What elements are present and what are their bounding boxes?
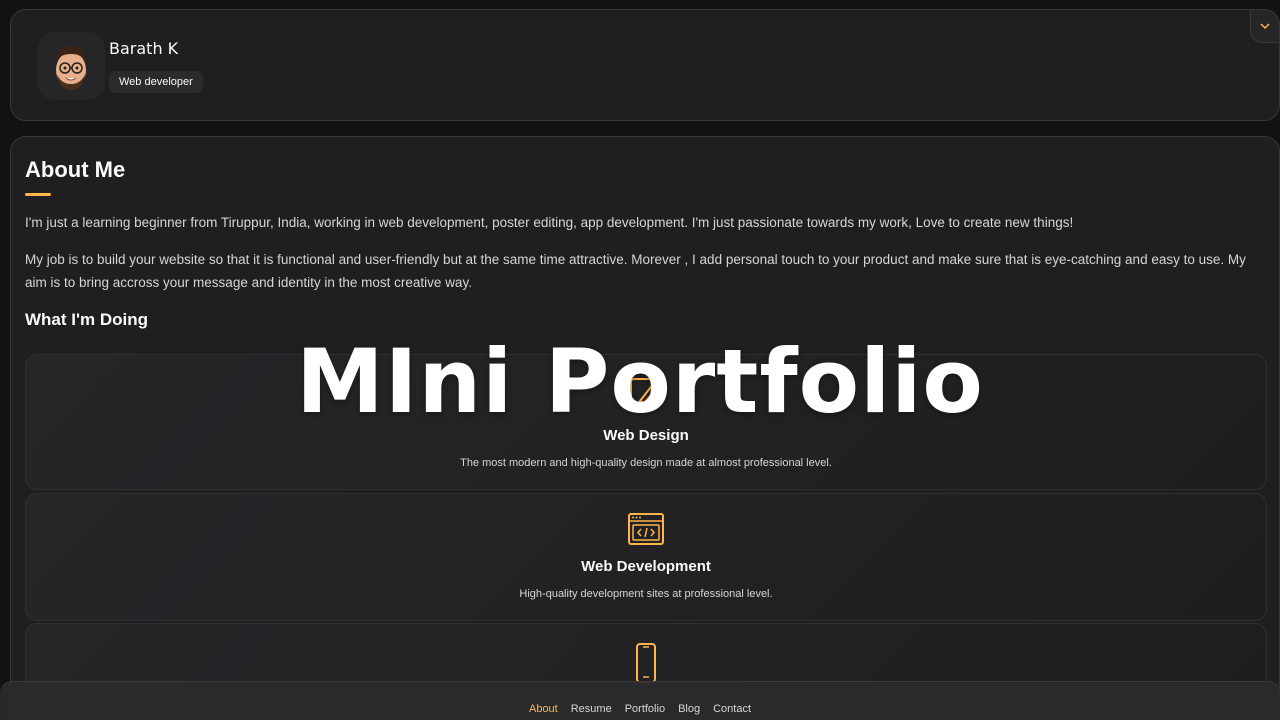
code-icon — [628, 513, 664, 545]
avatar — [37, 32, 105, 100]
service-text: The most modern and high-quality design … — [460, 457, 832, 469]
service-title: Web Development — [581, 558, 711, 575]
profile-card: Barath K Web developer — [10, 9, 1280, 121]
profile-name: Barath K — [109, 39, 179, 58]
about-paragraph-1: I'm just a learning beginner from Tirupp… — [25, 215, 1074, 230]
service-item-web-development: Web Development High-quality development… — [25, 493, 1267, 621]
overlay-title: MIni Portfolio — [296, 330, 984, 433]
navbar: About Resume Portfolio Blog Contact — [0, 681, 1280, 720]
memoji-avatar-icon — [56, 46, 86, 90]
nav-link-about[interactable]: About — [529, 687, 558, 715]
title-underline — [25, 193, 51, 196]
service-text: High-quality development sites at profes… — [519, 588, 773, 600]
nav-link-blog[interactable]: Blog — [678, 687, 700, 715]
nav-link-contact[interactable]: Contact — [713, 687, 751, 715]
nav-link-portfolio[interactable]: Portfolio — [625, 687, 665, 715]
show-contacts-button[interactable] — [1250, 9, 1280, 43]
nav-link-resume[interactable]: Resume — [571, 687, 612, 715]
page-title: About Me — [25, 157, 126, 182]
role-badge: Web developer — [109, 71, 203, 93]
about-paragraph-2: My job is to build your website so that … — [25, 252, 1246, 290]
services-title: What I'm Doing — [25, 310, 149, 329]
chevron-down-icon — [1260, 23, 1270, 30]
mobile-app-icon — [636, 643, 656, 683]
